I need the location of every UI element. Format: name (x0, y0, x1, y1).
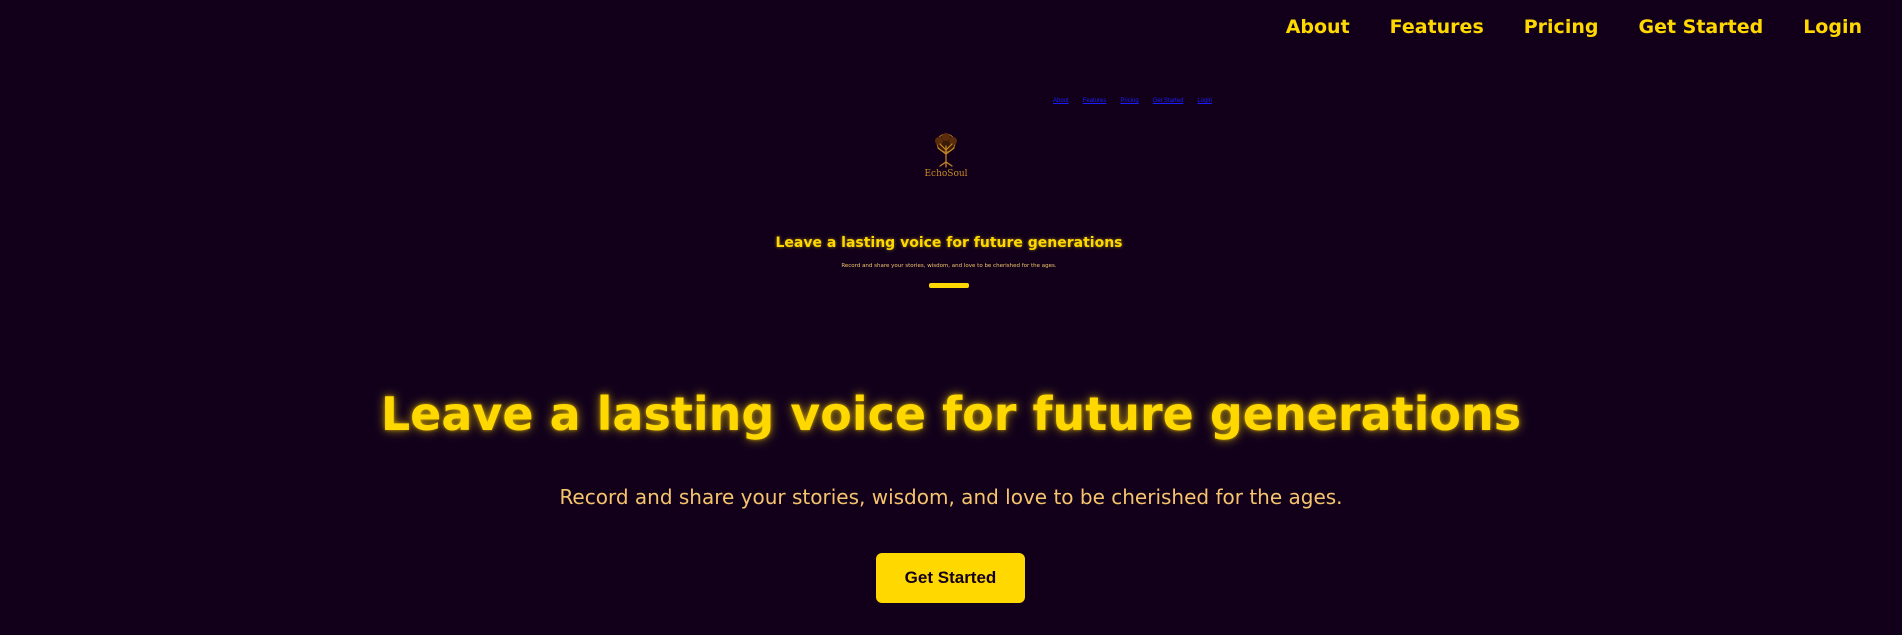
top-navigation: About Features Pricing Get Started Login (1286, 14, 1862, 40)
preview-nav-login-link[interactable]: Login (1197, 98, 1212, 104)
echosoul-logo: EchoSoul (920, 132, 972, 180)
hero-subtitle: Record and share your stories, wisdom, a… (559, 485, 1343, 509)
preview-headline: Leave a lasting voice for future generat… (775, 235, 1123, 251)
nav-login-link[interactable]: Login (1803, 14, 1862, 40)
preview-nav-features-link[interactable]: Features (1083, 98, 1107, 104)
nav-features-link[interactable]: Features (1390, 14, 1484, 40)
site-preview: About Features Pricing Get Started Login (0, 90, 1902, 300)
preview-nav-pricing-link[interactable]: Pricing (1120, 98, 1138, 104)
preview-subtitle: Record and share your stories, wisdom, a… (841, 263, 1057, 269)
preview-get-started-button[interactable] (929, 283, 969, 288)
preview-nav-about-link[interactable]: About (1053, 98, 1069, 104)
nav-pricing-link[interactable]: Pricing (1524, 14, 1599, 40)
preview-navigation: About Features Pricing Get Started Login (1053, 98, 1212, 104)
tree-icon (935, 133, 957, 168)
preview-nav-get-started-link[interactable]: Get Started (1153, 98, 1184, 104)
get-started-button[interactable]: Get Started (876, 553, 1025, 603)
nav-get-started-link[interactable]: Get Started (1638, 14, 1763, 40)
logo-text: EchoSoul (924, 169, 968, 179)
hero-title: Leave a lasting voice for future generat… (380, 387, 1522, 441)
landing-page: About Features Pricing Get Started Login… (0, 0, 1902, 635)
nav-about-link[interactable]: About (1286, 14, 1350, 40)
